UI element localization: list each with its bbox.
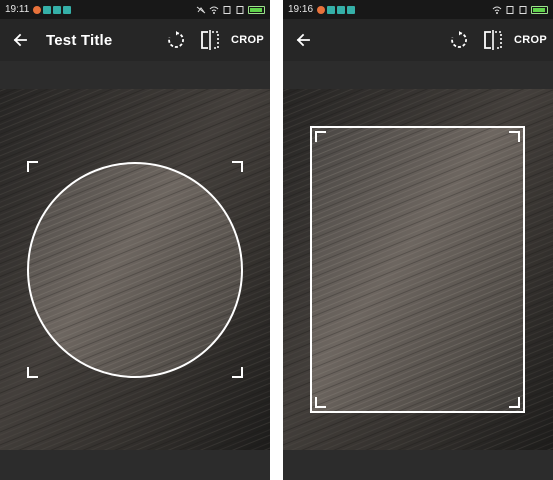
page-title: Test Title <box>46 31 113 49</box>
flip-button[interactable] <box>193 19 227 61</box>
app-notification-icon <box>63 5 72 14</box>
sim-icon <box>223 5 231 14</box>
system-status-icons <box>196 5 265 14</box>
crop-handle-top-right <box>509 131 520 142</box>
notification-icons <box>33 5 72 14</box>
photo-preview <box>0 89 270 450</box>
status-time: 19:16 <box>288 4 314 15</box>
top-margin <box>283 61 553 89</box>
crop-handle-top-left <box>27 161 38 172</box>
system-status-icons <box>492 5 548 14</box>
sim-icon <box>236 5 244 14</box>
photo-preview <box>283 89 553 450</box>
toolbar: Test Title CROP <box>0 19 270 61</box>
back-button[interactable] <box>283 19 323 61</box>
crop-frame-circle[interactable] <box>0 89 270 450</box>
crop-handle-bottom-left <box>315 397 326 408</box>
flip-horizontal-icon <box>484 30 502 50</box>
rotate-icon <box>451 31 467 48</box>
battery-icon <box>248 5 265 14</box>
app-notification-icon <box>33 5 42 14</box>
toolbar: CROP <box>283 19 553 61</box>
flip-button[interactable] <box>476 19 510 61</box>
app-notification-icon <box>317 5 326 14</box>
status-bar: 19:16 <box>283 0 553 19</box>
arrow-left-icon <box>296 33 310 47</box>
battery-icon <box>531 5 548 14</box>
app-notification-icon <box>53 5 62 14</box>
crop-handle-bottom-left <box>27 367 38 378</box>
rotate-button[interactable] <box>442 19 476 61</box>
app-notification-icon <box>337 5 346 14</box>
crop-handle-top-left <box>315 131 326 142</box>
crop-button[interactable]: CROP <box>227 19 270 61</box>
mute-icon <box>196 6 206 13</box>
screen-circle-crop: 19:11 Test Title CROP <box>0 0 270 480</box>
rotate-icon <box>168 31 184 48</box>
sim-icon <box>519 5 527 14</box>
wifi-icon <box>492 6 502 14</box>
crop-button[interactable]: CROP <box>510 19 553 61</box>
bottom-margin <box>0 450 270 480</box>
crop-frame-rectangle[interactable] <box>283 89 553 450</box>
app-notification-icon <box>347 5 356 14</box>
crop-handle-bottom-right <box>232 367 243 378</box>
crop-handle-bottom-right <box>509 397 520 408</box>
flip-horizontal-icon <box>201 30 219 50</box>
crop-handle-top-right <box>232 161 243 172</box>
status-time: 19:11 <box>5 4 30 15</box>
notification-icons <box>317 5 356 14</box>
app-notification-icon <box>327 5 336 14</box>
arrow-left-icon <box>13 33 27 47</box>
back-button[interactable] <box>0 19 40 61</box>
status-bar: 19:11 <box>0 0 270 19</box>
bottom-margin <box>283 450 553 480</box>
top-margin <box>0 61 270 89</box>
sim-icon <box>506 5 514 14</box>
rotate-button[interactable] <box>159 19 193 61</box>
app-notification-icon <box>43 5 52 14</box>
screen-rect-crop: 19:16 CROP <box>283 0 553 480</box>
wifi-icon <box>209 6 219 14</box>
